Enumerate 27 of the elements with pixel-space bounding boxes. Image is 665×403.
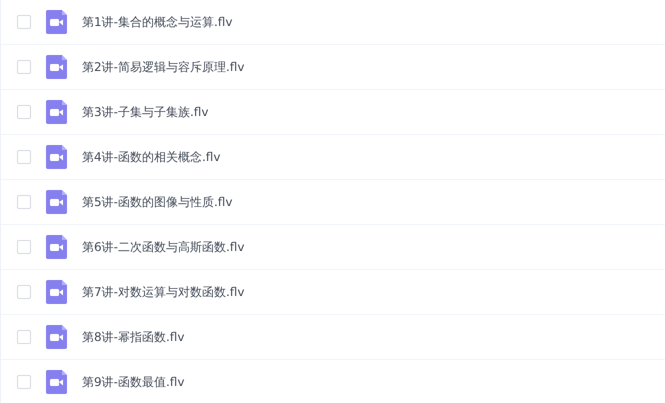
checkbox[interactable] [17,105,31,119]
checkbox[interactable] [17,240,31,254]
checkbox[interactable] [17,15,31,29]
file-name[interactable]: 第6讲-二次函数与高斯函数.flv [82,238,244,256]
video-file-icon [46,190,67,214]
file-name[interactable]: 第1讲-集合的概念与运算.flv [82,14,232,30]
checkbox[interactable] [17,375,31,389]
file-name[interactable]: 第4讲-函数的相关概念.flv [82,148,220,166]
video-file-icon [46,325,67,349]
checkbox[interactable] [17,195,31,209]
file-name[interactable]: 第5讲-函数的图像与性质.flv [82,194,232,210]
file-name[interactable]: 第8讲-幂指函数.flv [82,328,184,346]
video-file-icon [46,145,67,169]
checkbox[interactable] [17,60,31,74]
video-file-icon [46,370,67,394]
checkbox[interactable] [17,150,31,164]
file-name[interactable]: 第3讲-子集与子集族.flv [82,104,208,120]
video-file-icon [46,280,67,304]
video-file-icon [46,100,67,124]
file-name[interactable]: 第2讲-简易逻辑与容斥原理.flv [82,58,244,76]
checkbox[interactable] [17,330,31,344]
checkbox[interactable] [17,285,31,299]
file-name[interactable]: 第9讲-函数最值.flv [82,374,184,390]
video-file-icon [46,235,67,259]
video-file-icon [46,55,67,79]
file-name[interactable]: 第7讲-对数运算与对数函数.flv [82,284,244,300]
video-file-icon [46,10,67,34]
